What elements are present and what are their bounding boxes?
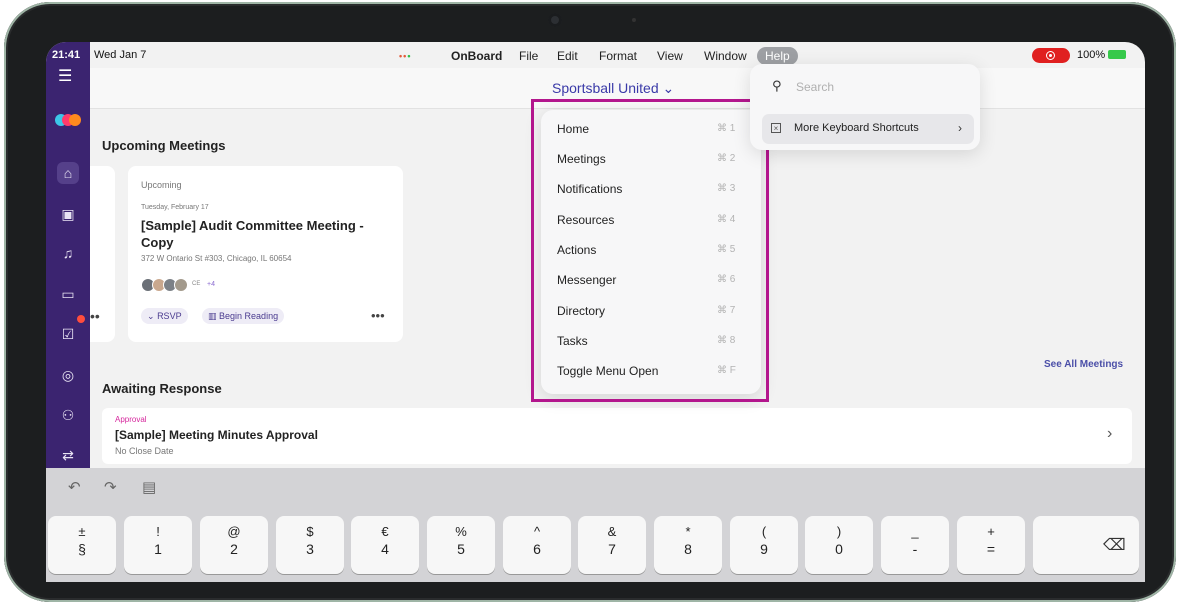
meetings-icon[interactable]: ▣ bbox=[57, 203, 79, 225]
camera-icon bbox=[548, 13, 562, 27]
key[interactable]: ! 1 bbox=[124, 516, 192, 574]
key[interactable]: @2 bbox=[200, 516, 268, 574]
battery-status: 100% bbox=[1077, 49, 1127, 61]
resources-folder-icon[interactable]: ▭ bbox=[57, 283, 79, 305]
key[interactable]: €4 bbox=[351, 516, 419, 574]
more-keyboard-shortcuts-item[interactable]: × More Keyboard Shortcuts › bbox=[762, 114, 974, 144]
menu-help[interactable]: Help bbox=[757, 47, 798, 65]
awaiting-response-heading: Awaiting Response bbox=[102, 381, 222, 396]
device-frame: 21:41 ☰ ⌂ ▣ ♫ ▭ ☑ ◎ ⚇ ⇄ Wed Jan 7 ••• On… bbox=[4, 2, 1176, 602]
redo-icon[interactable]: ↷ bbox=[104, 478, 117, 496]
delete-key[interactable]: ⌫ bbox=[1033, 516, 1139, 574]
shortcuts-box-icon: × bbox=[771, 123, 781, 133]
search-icon: ⚲ bbox=[772, 78, 782, 93]
hamburger-menu-icon[interactable]: ☰ bbox=[58, 66, 72, 86]
chevron-right-icon: › bbox=[1107, 425, 1113, 442]
switch-arrows-icon[interactable]: ⇄ bbox=[57, 444, 79, 466]
see-all-meetings-link[interactable]: See All Meetings bbox=[1044, 359, 1123, 370]
status-date: Wed Jan 7 bbox=[94, 49, 147, 61]
undo-icon[interactable]: ↶ bbox=[68, 478, 81, 496]
key[interactable]: $3 bbox=[276, 516, 344, 574]
menu-window[interactable]: Window bbox=[704, 49, 747, 63]
rsvp-button[interactable]: ⌄ RSVP bbox=[141, 308, 188, 324]
meeting-address: 372 W Ontario St #303, Chicago, IL 60654 bbox=[141, 254, 292, 263]
meeting-date: Tuesday, February 17 bbox=[141, 204, 209, 211]
more-options-icon[interactable]: ••• bbox=[371, 308, 385, 323]
key[interactable]: _ - bbox=[881, 516, 949, 574]
key[interactable]: % 5 bbox=[427, 516, 495, 574]
battery-icon bbox=[1108, 50, 1127, 59]
approval-item[interactable]: Approval [Sample] Meeting Minutes Approv… bbox=[102, 408, 1132, 464]
organization-switcher[interactable]: Sportsball United ⌄ bbox=[552, 80, 674, 97]
window-controls-icon[interactable]: ••• bbox=[399, 51, 411, 61]
begin-reading-button[interactable]: ▥ Begin Reading bbox=[202, 308, 285, 324]
help-panel: ⚲ Search × More Keyboard Shortcuts › bbox=[750, 64, 980, 150]
paste-icon[interactable]: ▤ bbox=[142, 478, 156, 496]
directory-people-icon[interactable]: ⚇ bbox=[57, 404, 79, 426]
help-search-input[interactable]: Search bbox=[796, 80, 834, 94]
attendee-more-count: +4 bbox=[207, 281, 215, 288]
book-icon: ▥ bbox=[208, 311, 217, 321]
highlight-box bbox=[531, 99, 769, 402]
approval-kind: Approval bbox=[115, 415, 147, 424]
meeting-card[interactable]: Upcoming Tuesday, February 17 [Sample] A… bbox=[128, 166, 403, 342]
notifications-bell-icon[interactable]: ♫ bbox=[57, 242, 79, 264]
more-options-icon[interactable]: •• bbox=[90, 308, 100, 324]
key[interactable]: * 8 bbox=[654, 516, 722, 574]
home-icon[interactable]: ⌂ bbox=[57, 162, 79, 184]
key[interactable]: ± § bbox=[48, 516, 116, 574]
backspace-icon: ⌫ bbox=[1103, 537, 1126, 554]
messenger-icon[interactable]: ◎ bbox=[57, 364, 79, 386]
key[interactable]: ^ 6 bbox=[503, 516, 571, 574]
menu-edit[interactable]: Edit bbox=[557, 49, 578, 63]
meeting-title: [Sample] Audit Committee Meeting - Copy bbox=[141, 218, 364, 250]
key[interactable]: + = bbox=[957, 516, 1025, 574]
approval-subtitle: No Close Date bbox=[115, 446, 174, 456]
on-screen-keyboard: ↶ ↷ ▤ ± § ! 1 @2 $3 €4 % 5 ^ 6 & 7 * 8 (9 ) 0 _… bbox=[46, 468, 1145, 582]
key[interactable]: (9 bbox=[730, 516, 798, 574]
upcoming-meetings-heading: Upcoming Meetings bbox=[102, 138, 226, 153]
key[interactable]: ) 0 bbox=[805, 516, 873, 574]
attendee-initials: CE bbox=[192, 281, 201, 287]
actions-check-icon[interactable]: ☑ bbox=[57, 323, 79, 345]
screen: 21:41 ☰ ⌂ ▣ ♫ ▭ ☑ ◎ ⚇ ⇄ Wed Jan 7 ••• On… bbox=[46, 42, 1145, 582]
chevron-down-icon: ⌄ bbox=[662, 80, 675, 96]
chevron-right-icon: › bbox=[958, 121, 962, 135]
menu-view[interactable]: View bbox=[657, 49, 683, 63]
avatar bbox=[174, 278, 188, 292]
chevron-down-icon: ⌄ bbox=[147, 311, 155, 321]
menu-file[interactable]: File bbox=[519, 49, 538, 63]
menu-format[interactable]: Format bbox=[599, 49, 637, 63]
sensor-dot bbox=[632, 18, 636, 22]
menu-app-name[interactable]: OnBoard bbox=[451, 49, 502, 63]
screen-recording-icon[interactable] bbox=[1032, 48, 1070, 63]
status-time: 21:41 bbox=[52, 49, 81, 61]
app-logo bbox=[55, 114, 83, 126]
key[interactable]: & 7 bbox=[578, 516, 646, 574]
meeting-status-label: Upcoming bbox=[141, 180, 182, 190]
notification-badge bbox=[77, 315, 85, 323]
approval-title: [Sample] Meeting Minutes Approval bbox=[115, 428, 318, 442]
